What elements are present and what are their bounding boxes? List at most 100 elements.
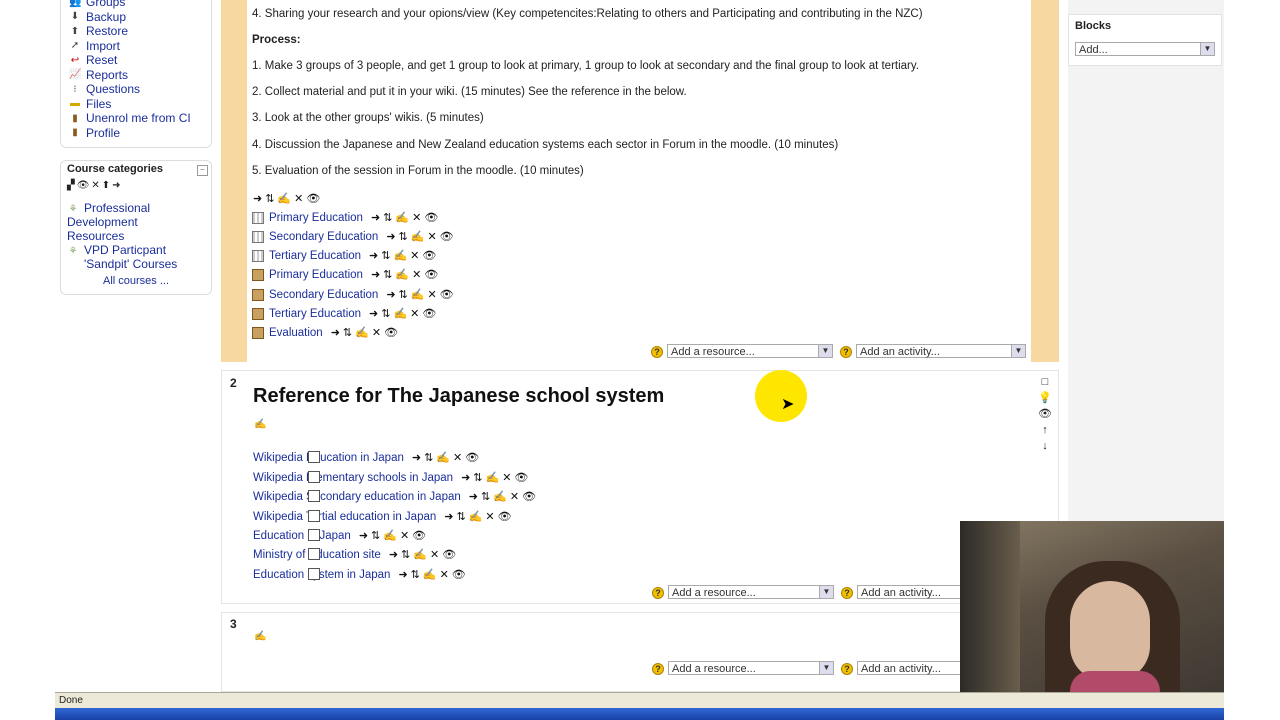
edit-summary-icon[interactable]: ✍ — [254, 631, 266, 642]
edit-icons[interactable]: ➜⇅✍✕👁 — [469, 490, 539, 503]
edit-icons[interactable]: ➜⇅✍✕👁 — [398, 568, 468, 581]
reset-icon: ↩ — [70, 54, 80, 66]
show-only-section-icon[interactable]: □ — [1038, 374, 1052, 390]
section-number: 3 — [230, 617, 237, 631]
add-block-select[interactable]: Add... ▼ — [1075, 42, 1215, 56]
edit-icons[interactable]: ➜⇅✍✕👁 — [386, 288, 456, 301]
course-section-2: 2 Reference for The Japanese school syst… — [221, 370, 1059, 604]
course-categories-block: Course categories − ▞👁✕⬆➜ ⚘ Professional … — [60, 160, 212, 295]
resource-primary-wiki[interactable]: Primary Education ➜⇅✍✕👁 — [252, 211, 441, 224]
edit-icons[interactable]: ➜⇅✍✕👁 — [444, 510, 514, 523]
admin-item-reset[interactable]: ↩ Reset — [69, 53, 217, 68]
wiki-icon — [252, 211, 264, 224]
folder-icon: ▬ — [70, 98, 80, 110]
webcam-overlay — [960, 521, 1224, 720]
web-link-icon — [308, 510, 320, 522]
dropdown-arrow-icon: ▼ — [819, 662, 833, 674]
add-resource-select[interactable]: Add a resource... ▼ — [668, 585, 834, 599]
help-icon[interactable]: ? — [841, 587, 853, 599]
category-icon: ⚘ — [68, 204, 78, 215]
edit-icons[interactable]: ➜⇅✍✕👁 — [369, 307, 439, 320]
admin-item-profile[interactable]: ▮ Profile — [69, 126, 217, 141]
reports-icon: 📈 — [69, 69, 82, 81]
resource-wiki-tertial[interactable]: Wikipedia Tertial education in Japan ➜⇅✍✕… — [253, 510, 515, 523]
help-icon[interactable]: ? — [840, 346, 852, 358]
resource-wiki-elementary[interactable]: Wikipedia Elementary schools in Japan ➜⇅✍… — [253, 471, 531, 484]
category-item-vpd[interactable]: ⚘ VPD Particpant 'Sandpit' Courses — [67, 243, 207, 271]
edit-icons[interactable]: ➜⇅✍✕👁 — [412, 451, 482, 464]
unenrol-icon: ▮ — [72, 112, 78, 124]
resource-secondary-forum[interactable]: Secondary Education ➜⇅✍✕👁 — [252, 288, 457, 301]
process-step-1: 1. Make 3 groups of 3 people, and get 1 … — [252, 60, 919, 72]
move-down-icon[interactable]: ↓ — [1038, 438, 1052, 454]
admin-item-reports[interactable]: 📈 Reports — [69, 68, 217, 83]
label-edit-icons[interactable]: ➜⇅✍✕👁 — [253, 192, 323, 205]
bookshelf — [960, 521, 1020, 720]
section-number: 2 — [230, 376, 237, 390]
section-1-content: 4. Sharing your research and your opions… — [247, 0, 1031, 362]
admin-item-unenrol[interactable]: ▮ Unenrol me from CI — [69, 111, 217, 126]
edit-icons[interactable]: ➜⇅✍✕👁 — [386, 230, 456, 243]
wiki-icon — [252, 230, 264, 243]
resource-secondary-wiki[interactable]: Secondary Education ➜⇅✍✕👁 — [252, 230, 457, 243]
web-link-icon — [308, 471, 320, 483]
admin-item-files[interactable]: ▬ Files — [69, 97, 217, 112]
move-up-icon[interactable]: ↑ — [1038, 422, 1052, 438]
resource-edu-system[interactable]: Education system in Japan ➜⇅✍✕👁 — [253, 568, 469, 581]
resource-primary-forum[interactable]: Primary Education ➜⇅✍✕👁 — [252, 268, 441, 281]
edit-icons[interactable]: ➜⇅✍✕👁 — [371, 268, 441, 281]
edit-icons[interactable]: ➜⇅✍✕👁 — [389, 548, 459, 561]
process-step-5: 5. Evaluation of the session in Forum in… — [252, 165, 584, 177]
status-bar: Done — [55, 692, 1224, 708]
add-resource-select[interactable]: Add a resource... ▼ — [667, 344, 833, 358]
admin-item-import[interactable]: ➚ Import — [69, 39, 217, 54]
add-activity-select[interactable]: Add an activity...▼ — [856, 344, 1026, 358]
resource-edu-in-japan[interactable]: Education in Japan ➜⇅✍✕👁 — [253, 529, 429, 542]
help-icon[interactable]: ? — [651, 346, 663, 358]
course-categories-title: Course categories — [67, 163, 163, 175]
section-title: Reference for The Japanese school system — [253, 385, 665, 407]
admin-item-backup[interactable]: ⬇ Backup — [69, 10, 217, 25]
left-margin — [0, 0, 55, 720]
add-resource-select[interactable]: Add a resource... ▼ — [668, 661, 834, 675]
section-controls: □ 💡 👁 ↑ ↓ — [1038, 374, 1052, 454]
restore-icon: ⬆ — [70, 25, 80, 37]
admin-list: 👥 Groups ⬇ Backup ⬆ Restore ➚ Import ↩ Reset … — [69, 0, 217, 140]
web-link-icon — [308, 548, 320, 560]
resource-evaluation-forum[interactable]: Evaluation ➜⇅✍✕👁 — [252, 326, 401, 339]
admin-item-questions[interactable]: ⁝ Questions — [69, 82, 217, 97]
wiki-icon — [252, 249, 264, 262]
admin-item-groups[interactable]: 👥 Groups — [69, 0, 217, 10]
highlight-icon[interactable]: 💡 — [1038, 390, 1052, 406]
resource-wiki-edu-japan[interactable]: Wikipedia Education in Japan ➜⇅✍✕👁 — [253, 451, 482, 464]
blocks-title: Blocks — [1075, 20, 1112, 32]
edit-icons[interactable]: ➜⇅✍✕👁 — [461, 471, 531, 484]
edit-icons[interactable]: ➜⇅✍✕👁 — [369, 249, 439, 262]
document-icon — [308, 568, 320, 580]
resource-wiki-secondary[interactable]: Wikipedia Secondary education in Japan ➜⇅… — [253, 490, 539, 503]
resource-tertiary-forum[interactable]: Tertiary Education ➜⇅✍✕👁 — [252, 307, 439, 320]
resource-ministry-site[interactable]: Ministry of Education site ➜⇅✍✕👁 — [253, 548, 459, 561]
groups-icon: 👥 — [69, 0, 82, 8]
dropdown-arrow-icon: ▼ — [819, 586, 833, 598]
dropdown-arrow-icon: ▼ — [818, 345, 832, 357]
edit-summary-icon[interactable]: ✍ — [254, 419, 266, 430]
collapse-icon[interactable]: − — [197, 165, 208, 176]
all-courses-link[interactable]: All courses ... — [103, 275, 169, 287]
edit-icons[interactable]: ➜⇅✍✕👁 — [371, 211, 441, 224]
help-icon[interactable]: ? — [652, 663, 664, 675]
admin-item-restore[interactable]: ⬆ Restore — [69, 24, 217, 39]
edit-icons[interactable]: ➜⇅✍✕👁 — [359, 529, 429, 542]
backup-icon: ⬇ — [70, 11, 80, 23]
resource-tertiary-wiki[interactable]: Tertiary Education ➜⇅✍✕👁 — [252, 249, 439, 262]
mouse-pointer-icon: ➤ — [781, 396, 795, 413]
import-icon: ➚ — [70, 40, 80, 52]
help-icon[interactable]: ? — [652, 587, 664, 599]
category-item-pd[interactable]: ⚘ Professional Development Resources — [67, 201, 207, 243]
blocks-block: Blocks Add... ▼ — [1068, 14, 1222, 66]
visibility-icon[interactable]: 👁 — [1038, 406, 1052, 422]
help-icon[interactable]: ? — [841, 663, 853, 675]
edit-icons[interactable]: ➜⇅✍✕👁 — [331, 326, 401, 339]
category-edit-icons[interactable]: ▞👁✕⬆➜ — [67, 180, 123, 191]
dropdown-arrow-icon: ▼ — [1011, 345, 1025, 357]
